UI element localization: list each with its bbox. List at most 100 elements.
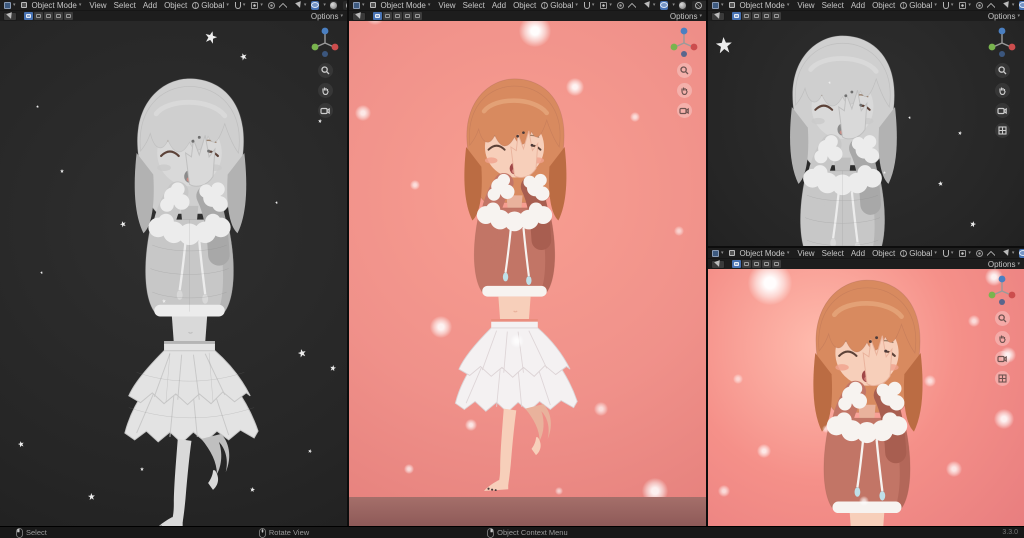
show-overlays-toggle[interactable]: [311, 0, 320, 10]
select-mode-invert-button[interactable]: [762, 260, 771, 268]
proportional-editing-icon[interactable]: [616, 1, 624, 9]
pan-tool-button[interactable]: [676, 83, 692, 98]
mode-dropdown[interactable]: Object Mode ▾: [380, 1, 432, 10]
select-mode-set-button[interactable]: [373, 12, 382, 20]
viewport-canvas[interactable]: [708, 21, 1024, 246]
select-mode-set-button[interactable]: [732, 12, 741, 20]
proportional-editing-icon[interactable]: [975, 1, 983, 9]
proportional-falloff-icon[interactable]: [627, 1, 636, 9]
show-overlays-toggle[interactable]: [1019, 248, 1024, 258]
camera-view-button[interactable]: [676, 103, 692, 118]
menu-select[interactable]: Select: [822, 249, 844, 258]
active-tool-button[interactable]: [352, 11, 366, 21]
snap-toggle[interactable]: ▾: [583, 1, 596, 9]
pan-tool-button[interactable]: [994, 331, 1010, 346]
xray-toggle[interactable]: [678, 0, 686, 10]
proportional-falloff-icon[interactable]: [986, 249, 995, 257]
zoom-tool-button[interactable]: [676, 63, 692, 78]
snap-toggle[interactable]: ▾: [234, 1, 247, 9]
gizmo-dropdown[interactable]: ▾: [1003, 249, 1016, 257]
options-dropdown[interactable]: Options ▾: [987, 12, 1021, 21]
options-dropdown[interactable]: Options ▾: [987, 260, 1021, 269]
select-mode-invert-button[interactable]: [403, 12, 412, 20]
snap-settings-dropdown[interactable]: ▾: [599, 1, 613, 9]
gizmo-dropdown[interactable]: ▾: [644, 1, 657, 9]
menu-add[interactable]: Add: [851, 249, 865, 258]
zoom-tool-button[interactable]: [317, 63, 333, 78]
proportional-falloff-icon[interactable]: [278, 1, 287, 9]
editor-type-button[interactable]: ▾: [352, 1, 366, 9]
active-tool-button[interactable]: [711, 259, 725, 269]
transform-orientation-dropdown[interactable]: Global ▾: [540, 1, 579, 10]
toggle-ortho-button[interactable]: [994, 123, 1010, 138]
snap-toggle[interactable]: ▾: [942, 1, 955, 9]
xray-toggle[interactable]: [329, 0, 337, 10]
navigation-axis-gizmo[interactable]: [987, 274, 1017, 306]
transform-orientation-dropdown[interactable]: Global ▾: [191, 1, 230, 10]
shading-wireframe-button[interactable]: [343, 1, 347, 10]
transform-orientation-dropdown[interactable]: Global ▾: [899, 1, 938, 10]
select-mode-extend-button[interactable]: [34, 12, 43, 20]
navigation-axis-gizmo[interactable]: [987, 26, 1017, 58]
select-mode-subtract-button[interactable]: [752, 260, 761, 268]
viewport-canvas[interactable]: [0, 21, 347, 526]
editor-type-button[interactable]: ▾: [3, 1, 17, 9]
snap-settings-dropdown[interactable]: ▾: [250, 1, 264, 9]
select-mode-intersect-button[interactable]: [772, 260, 781, 268]
select-mode-invert-button[interactable]: [762, 12, 771, 20]
anime-girl-character[interactable]: [407, 61, 622, 491]
proportional-falloff-icon[interactable]: [986, 1, 995, 9]
select-mode-intersect-button[interactable]: [64, 12, 73, 20]
menu-select[interactable]: Select: [822, 1, 844, 10]
pan-tool-button[interactable]: [317, 83, 333, 98]
mode-dropdown[interactable]: Object Mode ▾: [739, 1, 791, 10]
navigation-axis-gizmo[interactable]: [310, 26, 340, 58]
select-mode-extend-button[interactable]: [742, 12, 751, 20]
proportional-editing-icon[interactable]: [975, 249, 983, 257]
zoom-tool-button[interactable]: [994, 311, 1010, 326]
editor-type-button[interactable]: ▾: [711, 1, 725, 9]
anime-girl-character[interactable]: [72, 59, 307, 526]
shading-wireframe-button[interactable]: [692, 1, 705, 10]
menu-add[interactable]: Add: [143, 1, 157, 10]
select-mode-intersect-button[interactable]: [413, 12, 422, 20]
show-overlays-toggle[interactable]: [1019, 0, 1024, 10]
menu-select[interactable]: Select: [463, 1, 485, 10]
menu-view[interactable]: View: [797, 249, 814, 258]
menu-view[interactable]: View: [89, 1, 106, 10]
snap-toggle[interactable]: ▾: [942, 249, 955, 257]
snap-settings-dropdown[interactable]: ▾: [958, 249, 972, 257]
select-mode-set-button[interactable]: [24, 12, 33, 20]
show-overlays-toggle[interactable]: [660, 0, 669, 10]
camera-view-button[interactable]: [317, 103, 333, 118]
navigation-axis-gizmo[interactable]: [669, 26, 699, 58]
gizmo-dropdown[interactable]: ▾: [295, 1, 308, 9]
select-mode-subtract-button[interactable]: [752, 12, 761, 20]
select-mode-extend-button[interactable]: [383, 12, 392, 20]
toggle-ortho-button[interactable]: [994, 371, 1010, 386]
anime-girl-character[interactable]: [752, 269, 982, 526]
mode-dropdown[interactable]: Object Mode ▾: [739, 249, 791, 258]
menu-object[interactable]: Object: [872, 249, 895, 258]
zoom-tool-button[interactable]: [994, 63, 1010, 78]
snap-settings-dropdown[interactable]: ▾: [958, 1, 972, 9]
select-mode-subtract-button[interactable]: [44, 12, 53, 20]
shading-solid-button[interactable]: [705, 1, 706, 10]
viewport-canvas[interactable]: [708, 269, 1024, 526]
select-mode-intersect-button[interactable]: [772, 12, 781, 20]
select-mode-subtract-button[interactable]: [393, 12, 402, 20]
options-dropdown[interactable]: Options ▾: [310, 12, 344, 21]
options-dropdown[interactable]: Options ▾: [669, 12, 703, 21]
proportional-editing-icon[interactable]: [267, 1, 275, 9]
menu-object[interactable]: Object: [872, 1, 895, 10]
anime-girl-character[interactable]: [730, 21, 955, 246]
menu-object[interactable]: Object: [513, 1, 536, 10]
camera-view-button[interactable]: [994, 103, 1010, 118]
menu-object[interactable]: Object: [164, 1, 187, 10]
transform-orientation-dropdown[interactable]: Global ▾: [899, 249, 938, 258]
select-mode-invert-button[interactable]: [54, 12, 63, 20]
menu-add[interactable]: Add: [851, 1, 865, 10]
active-tool-button[interactable]: [711, 11, 725, 21]
mode-dropdown[interactable]: Object Mode ▾: [31, 1, 83, 10]
active-tool-button[interactable]: [3, 11, 17, 21]
